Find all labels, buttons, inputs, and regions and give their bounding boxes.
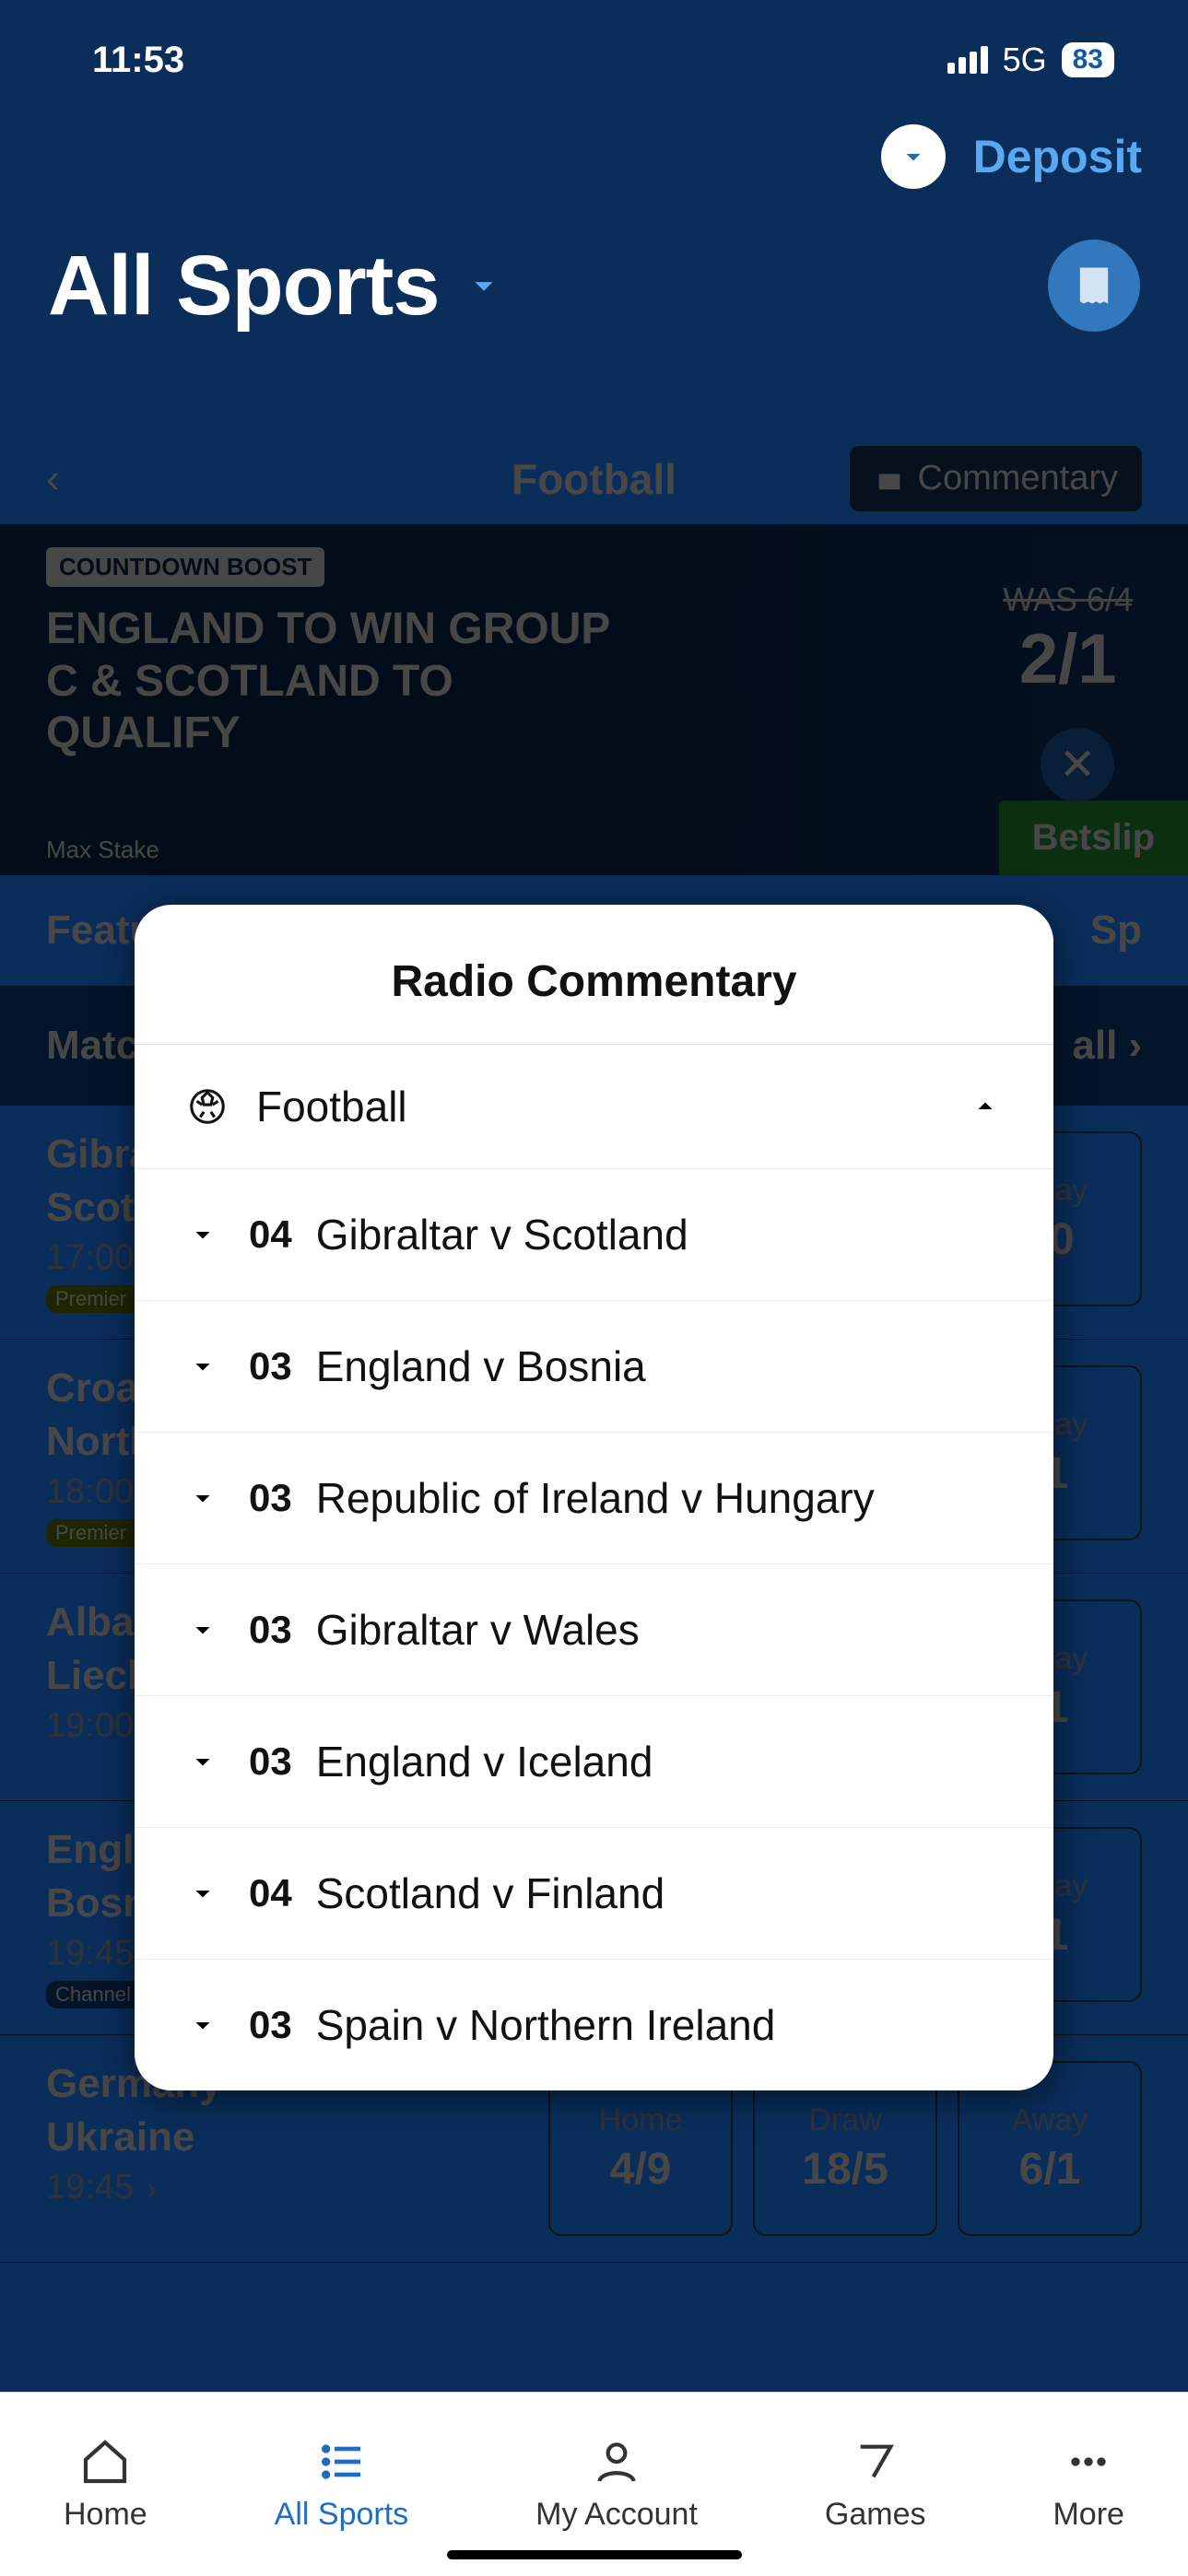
commentary-match: England v Iceland — [316, 1737, 653, 1786]
promo-close-button[interactable]: ✕ — [1041, 728, 1114, 802]
match-time: 19:45 › — [46, 2168, 222, 2207]
promo-was: WAS 6/4 — [1003, 580, 1133, 619]
chevron-down-icon — [186, 1613, 219, 1646]
nav-more[interactable]: More — [1053, 2436, 1123, 2533]
commentary-item[interactable]: 03 England v Iceland — [135, 1696, 1053, 1828]
sport-header: ‹ Football Commentary — [0, 433, 1188, 525]
betslip-button[interactable] — [1048, 240, 1140, 332]
max-stake-label: Max Stake — [46, 836, 159, 864]
commentary-count: 03 — [249, 1344, 292, 1388]
see-all-button[interactable]: all › — [1072, 1023, 1142, 1069]
sport-title: Football — [512, 454, 676, 504]
promo-now: 2/1 — [1003, 619, 1133, 699]
commentary-match: Republic of Ireland v Hungary — [316, 1473, 875, 1523]
commentary-item[interactable]: 04 Scotland v Finland — [135, 1828, 1053, 1960]
commentary-item[interactable]: 03 Republic of Ireland v Hungary — [135, 1433, 1053, 1564]
commentary-count: 03 — [249, 2003, 292, 2047]
nav-more-label: More — [1053, 2497, 1123, 2533]
odds-value: 6/1 — [1019, 2144, 1081, 2195]
nav-games-label: Games — [825, 2497, 926, 2533]
commentary-count: 04 — [249, 1871, 292, 1915]
chevron-right-icon: › — [147, 2172, 180, 2205]
list-icon — [315, 2436, 367, 2488]
see-all-label: all — [1072, 1023, 1117, 1069]
commentary-count: 04 — [249, 1212, 292, 1257]
nav-all-sports-label: All Sports — [275, 2497, 409, 2533]
commentary-match: Gibraltar v Scotland — [316, 1210, 688, 1259]
modal-sport-row[interactable]: Football — [135, 1045, 1053, 1169]
chevron-down-icon — [186, 2008, 219, 2042]
status-bar: 11:53 5G 83 — [0, 0, 1188, 101]
signal-icon — [947, 46, 988, 74]
promo-odds: WAS 6/4 2/1 — [1003, 580, 1133, 699]
dots-icon — [1063, 2436, 1114, 2488]
commentary-label: Commentary — [918, 459, 1119, 498]
chevron-down-icon — [897, 140, 930, 173]
status-time: 11:53 — [92, 40, 184, 81]
commentary-match: Scotland v Finland — [316, 1868, 665, 1918]
radio-icon — [874, 463, 905, 495]
commentary-item[interactable]: 03 England v Bosnia — [135, 1301, 1053, 1433]
receipt-icon — [1070, 262, 1118, 310]
odds-value: 4/9 — [610, 2144, 672, 2195]
odds-label: Draw — [808, 2102, 881, 2138]
chevron-down-icon — [186, 1218, 219, 1251]
home-icon — [79, 2436, 131, 2488]
promo-banner[interactable]: COUNTDOWN BOOST ENGLAND TO WIN GROUP C &… — [0, 525, 1188, 875]
commentary-item[interactable]: 04 Gibraltar v Scotland — [135, 1169, 1053, 1301]
team-away: Ukraine — [46, 2114, 222, 2160]
commentary-item[interactable]: 03 Spain v Northern Ireland — [135, 1960, 1053, 2090]
commentary-count: 03 — [249, 1608, 292, 1652]
battery-indicator: 83 — [1062, 42, 1114, 77]
expand-button[interactable] — [881, 124, 946, 189]
add-betslip-button[interactable]: Betslip — [999, 801, 1188, 875]
back-icon[interactable]: ‹ — [46, 456, 60, 502]
commentary-match: Spain v Northern Ireland — [316, 2000, 776, 2050]
title-dropdown[interactable]: All Sports — [48, 238, 505, 334]
commentary-match: Gibraltar v Wales — [316, 1605, 640, 1655]
deposit-button[interactable]: Deposit — [973, 130, 1142, 183]
nav-account-label: My Account — [535, 2497, 698, 2533]
football-icon — [186, 1085, 229, 1128]
nav-home[interactable]: Home — [64, 2436, 147, 2533]
commentary-count: 03 — [249, 1476, 292, 1520]
commentary-item[interactable]: 03 Gibraltar v Wales — [135, 1564, 1053, 1696]
chevron-up-icon — [969, 1090, 1002, 1123]
titlebar: All Sports — [0, 212, 1188, 359]
commentary-count: 03 — [249, 1739, 292, 1784]
promo-text: ENGLAND TO WIN GROUP C & SCOTLAND TO QUA… — [46, 603, 636, 760]
promo-badge: COUNTDOWN BOOST — [46, 547, 324, 587]
radio-commentary-modal: Radio Commentary Football 04 Gibraltar v… — [135, 905, 1053, 2090]
odds-label: Away — [1012, 2102, 1088, 2138]
nav-account[interactable]: My Account — [535, 2436, 698, 2533]
network-label: 5G — [1003, 41, 1047, 79]
nav-home-label: Home — [64, 2497, 147, 2533]
modal-sport-label: Football — [256, 1082, 407, 1131]
odds-label: Home — [599, 2102, 683, 2138]
nav-games[interactable]: Games — [825, 2436, 926, 2533]
chevron-down-icon — [186, 1350, 219, 1383]
chevron-down-icon — [186, 1481, 219, 1515]
modal-title: Radio Commentary — [135, 905, 1053, 1045]
tab-sp[interactable]: Sp — [1090, 907, 1142, 954]
chevron-right-icon: › — [1128, 1023, 1142, 1069]
chevron-down-icon — [186, 1745, 219, 1778]
commentary-button[interactable]: Commentary — [850, 446, 1143, 511]
topbar: Deposit — [0, 101, 1188, 212]
odds-value: 18/5 — [802, 2144, 888, 2195]
home-indicator — [447, 2550, 742, 2559]
chevron-down-icon — [186, 1877, 219, 1910]
bottom-nav: Home All Sports My Account Games More — [0, 2392, 1188, 2576]
chevron-down-icon — [463, 264, 505, 307]
nav-all-sports[interactable]: All Sports — [275, 2436, 409, 2533]
commentary-match: England v Bosnia — [316, 1341, 646, 1391]
user-icon — [591, 2436, 642, 2488]
seven-icon — [850, 2436, 901, 2488]
page-title: All Sports — [48, 238, 439, 334]
status-right: 5G 83 — [947, 41, 1114, 79]
